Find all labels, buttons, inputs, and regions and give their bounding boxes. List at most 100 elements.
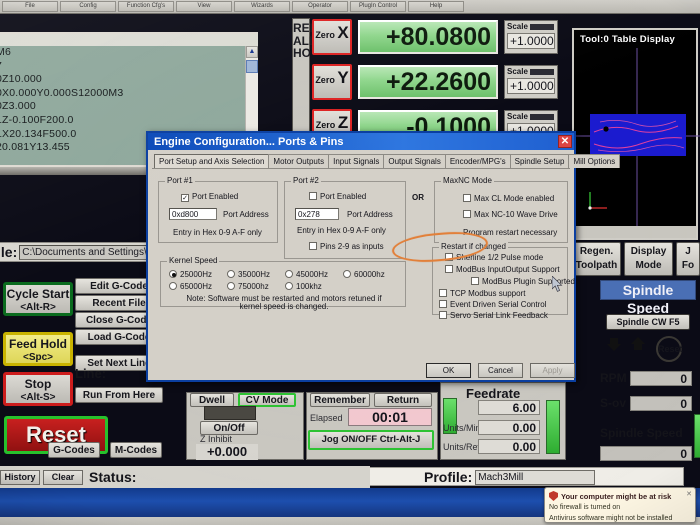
security-balloon[interactable]: ✕ Your computer might be at risk No fire… (544, 487, 696, 523)
max-cl-mode-checkbox[interactable]: Max CL Mode enabled (463, 194, 554, 203)
zero-y-button[interactable]: Zero Y (312, 64, 352, 100)
toolpath-canvas[interactable] (574, 48, 696, 224)
menu-item-3[interactable]: View (176, 1, 232, 12)
arrow-down-icon[interactable] (606, 336, 622, 352)
z-inhibit-value[interactable]: +0.000 (196, 444, 258, 460)
close-icon[interactable]: ✕ (686, 490, 692, 498)
servo-serial-checkbox[interactable]: Servo Serial Link Feedback (439, 311, 548, 320)
kernel-25000-radio[interactable]: 25000Hz (169, 270, 212, 279)
sherline-pulse-checkbox[interactable]: Sherline 1/2 Pulse mode (445, 253, 543, 262)
kernel-60000-radio[interactable]: 60000hz (343, 270, 385, 279)
zero-x-button[interactable]: Zero X (312, 19, 352, 55)
zero-label: Zero (316, 120, 336, 130)
menu-item-1[interactable]: Config (60, 1, 116, 12)
app-menubar[interactable]: File Config Function Cfg's View Wizards … (0, 0, 700, 14)
toolpath-display[interactable]: Tool:0 Table Display (572, 28, 698, 240)
tcp-modbus-label: TCP Modbus support (450, 289, 525, 298)
kernel-35000-radio[interactable]: 35000Hz (227, 270, 270, 279)
history-button[interactable]: History (0, 470, 40, 485)
display-mode-button[interactable]: Display Mode (624, 242, 673, 276)
axis-label: Z (338, 113, 348, 132)
scrollbar-thumb[interactable] (246, 60, 258, 73)
scale-value-x[interactable]: +1.0000 (507, 33, 555, 49)
max-nc10-wave-checkbox[interactable]: Max NC-10 Wave Drive (463, 210, 558, 219)
radio-box (285, 270, 293, 278)
kernel-45000-radio[interactable]: 45000Hz (285, 270, 328, 279)
tab-port-setup[interactable]: Port Setup and Axis Selection (154, 154, 269, 168)
modbus-io-checkbox[interactable]: ModBus InputOutput Support (445, 265, 560, 274)
tcp-modbus-checkbox[interactable]: TCP Modbus support (439, 289, 525, 298)
radio-box (343, 270, 351, 278)
kernel-legend: Kernel Speed (167, 256, 219, 265)
spindle-reset-button[interactable]: Reset (656, 336, 682, 362)
port2-hex-hint: Entry in Hex 0-9 A-F only (297, 226, 386, 235)
cv-mode-button[interactable]: CV Mode (238, 393, 296, 407)
dialog-titlebar[interactable]: Engine Configuration... Ports & Pins ✕ (148, 133, 574, 150)
tab-spindle-setup[interactable]: Spindle Setup (510, 154, 570, 168)
feedrate-value[interactable]: 6.00 (478, 400, 540, 415)
z-inhibit-indicator (204, 406, 256, 420)
tab-mill-options[interactable]: Mill Options (568, 154, 620, 168)
port1-hex-hint: Entry in Hex 0-9 A-F only (173, 228, 262, 237)
scale-value-y[interactable]: +1.0000 (507, 78, 555, 94)
onoff-button[interactable]: On/Off (200, 421, 258, 435)
stop-button[interactable]: Stop <Alt-S> (3, 372, 73, 406)
zero-label: Zero (315, 75, 335, 85)
event-driven-serial-checkbox[interactable]: Event Driven Serial Control (439, 300, 546, 309)
jog-onoff-button[interactable]: Jog ON/OFF Ctrl-Alt-J (308, 430, 434, 450)
menu-item-7[interactable]: Help (408, 1, 464, 12)
port1-address-input[interactable]: 0xd800 (169, 208, 217, 220)
spindle-speed-label: Spindle Speed (600, 426, 683, 440)
z-inhibit-label: Z Inhibit (200, 434, 232, 444)
clear-button[interactable]: Clear (43, 470, 83, 485)
dro-value-y[interactable]: +22.2600 (358, 65, 498, 99)
sherline-pulse-label: Sherline 1/2 Pulse mode (456, 253, 543, 262)
kernel-75000-radio[interactable]: 75000hz (227, 282, 269, 291)
menu-item-4[interactable]: Wizards (234, 1, 290, 12)
engine-configuration-dialog[interactable]: Engine Configuration... Ports & Pins ✕ P… (146, 131, 576, 382)
feed-hold-button[interactable]: Feed Hold <Spc> (3, 332, 73, 366)
kernel-65000-radio[interactable]: 65000Hz (169, 282, 212, 291)
cancel-button[interactable]: Cancel (478, 363, 523, 378)
tab-encoder-mpgs[interactable]: Encoder/MPG's (445, 154, 511, 168)
restart-group: Restart if changed Sherline 1/2 Pulse mo… (432, 247, 568, 315)
tab-output-signals[interactable]: Output Signals (383, 154, 445, 168)
follow-button[interactable]: J Fo (676, 242, 700, 276)
menu-item-5[interactable]: Operator (292, 1, 348, 12)
menu-item-0[interactable]: File (2, 1, 58, 12)
checkbox-box (445, 265, 453, 273)
dwell-button[interactable]: Dwell (190, 393, 234, 407)
port2-enabled-checkbox[interactable]: Port Enabled (309, 192, 366, 201)
tab-motor-outputs[interactable]: Motor Outputs (268, 154, 329, 168)
run-from-here-button[interactable]: Run From Here (75, 387, 163, 403)
return-button[interactable]: Return (374, 393, 432, 407)
port2-address-input[interactable]: 0x278 (295, 208, 339, 220)
ok-button[interactable]: OK (426, 363, 471, 378)
scale-bar-icon (530, 24, 554, 30)
checkbox-box (439, 300, 447, 308)
port2-pins-checkbox[interactable]: Pins 2-9 as inputs (309, 242, 384, 251)
servo-serial-label: Servo Serial Link Feedback (450, 311, 548, 320)
spindle-cw-button[interactable]: Spindle CW F5 (606, 314, 690, 330)
mcodes-button[interactable]: M-Codes (110, 442, 162, 458)
or-label: OR (412, 193, 424, 202)
port1-group: Port #1 ✓Port Enabled 0xd800 Port Addres… (158, 181, 278, 243)
arrow-up-icon[interactable] (630, 336, 646, 352)
gcode-line: 0X0.000Y0.000S12000M3 (0, 87, 244, 101)
kernel-100k-radio[interactable]: 100khz (285, 282, 322, 291)
chevron-up-icon[interactable]: ▲ (246, 46, 258, 58)
menu-item-2[interactable]: Function Cfg's (118, 1, 174, 12)
tab-input-signals[interactable]: Input Signals (328, 154, 384, 168)
regen-toolpath-button[interactable]: Regen. Toolpath (572, 242, 621, 276)
port1-enabled-checkbox[interactable]: ✓Port Enabled (181, 192, 238, 202)
maxnc-group: MaxNC Mode Max CL Mode enabled Max NC-10… (434, 181, 568, 243)
remember-button[interactable]: Remember (310, 393, 370, 407)
cycle-start-button[interactable]: Cycle Start <Alt-R> (3, 282, 73, 316)
dro-value-x[interactable]: +80.0800 (358, 20, 498, 54)
apply-button: Apply (530, 363, 575, 378)
menu-item-6[interactable]: PlugIn Control (350, 1, 406, 12)
dialog-tabs[interactable]: Port Setup and Axis Selection Motor Outp… (148, 150, 574, 168)
gcodes-button[interactable]: G-Codes (48, 442, 100, 458)
ref-all-home-label: REF ALL HO (292, 18, 310, 148)
close-icon[interactable]: ✕ (558, 135, 572, 148)
